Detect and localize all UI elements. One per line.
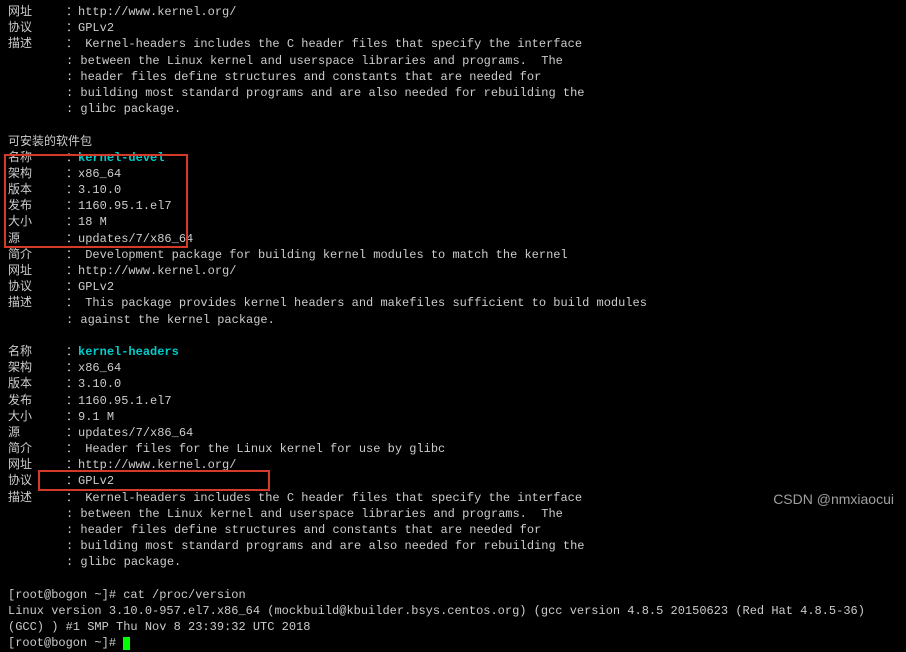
installable-header: 可安装的软件包 xyxy=(8,134,898,150)
cursor-icon xyxy=(123,637,130,650)
pkg1-desc-row: 描述： Kernel-headers includes the C header… xyxy=(8,36,898,52)
pkg1-url-row: 网址：http://www.kernel.org/ xyxy=(8,4,898,20)
blank-line xyxy=(8,328,898,344)
pkg2-repo-row: 源：updates/7/x86_64 xyxy=(8,231,898,247)
pkg2-name-row: 名称：kernel-devel xyxy=(8,150,898,166)
pkg1-desc2: : between the Linux kernel and userspace… xyxy=(8,53,898,69)
pkg3-license-row: 协议：GPLv2 xyxy=(8,473,898,489)
pkg3-desc3: : header files define structures and con… xyxy=(8,522,898,538)
prompt-line-2[interactable]: [root@bogon ~]# xyxy=(8,635,898,651)
pkg3-url-row: 网址：http://www.kernel.org/ xyxy=(8,457,898,473)
blank-line xyxy=(8,571,898,587)
pkg2-license-row: 协议：GPLv2 xyxy=(8,279,898,295)
pkg3-version-row: 版本：3.10.0 xyxy=(8,376,898,392)
pkg1-desc3: : header files define structures and con… xyxy=(8,69,898,85)
prompt-prefix: [root@bogon ~]# xyxy=(8,636,123,650)
pkg2-desc-row: 描述： This package provides kernel headers… xyxy=(8,295,898,311)
command-text: cat /proc/version xyxy=(123,588,245,602)
pkg3-summary-row: 简介： Header files for the Linux kernel fo… xyxy=(8,441,898,457)
pkg2-summary-row: 简介： Development package for building ker… xyxy=(8,247,898,263)
pkg2-arch-row: 架构：x86_64 xyxy=(8,166,898,182)
pkg2-version-row: 版本：3.10.0 xyxy=(8,182,898,198)
pkg3-desc2: : between the Linux kernel and userspace… xyxy=(8,506,898,522)
pkg3-size-row: 大小：9.1 M xyxy=(8,409,898,425)
pkg3-desc-row: 描述： Kernel-headers includes the C header… xyxy=(8,490,898,506)
pkg3-repo-row: 源：updates/7/x86_64 xyxy=(8,425,898,441)
version-output: Linux version 3.10.0-957.el7.x86_64 (moc… xyxy=(8,603,898,635)
pkg2-desc2: : against the kernel package. xyxy=(8,312,898,328)
pkg3-release-row: 发布：1160.95.1.el7 xyxy=(8,393,898,409)
prompt-line-1[interactable]: [root@bogon ~]# cat /proc/version xyxy=(8,587,898,603)
prompt-prefix: [root@bogon ~]# xyxy=(8,588,123,602)
pkg2-release-row: 发布：1160.95.1.el7 xyxy=(8,198,898,214)
watermark-text: CSDN @nmxiaocui xyxy=(773,490,894,509)
pkg3-arch-row: 架构：x86_64 xyxy=(8,360,898,376)
pkg3-desc5: : glibc package. xyxy=(8,554,898,570)
pkg2-size-row: 大小：18 M xyxy=(8,214,898,230)
blank-line xyxy=(8,117,898,133)
pkg1-license-row: 协议：GPLv2 xyxy=(8,20,898,36)
pkg2-url-row: 网址：http://www.kernel.org/ xyxy=(8,263,898,279)
pkg3-name-row: 名称：kernel-headers xyxy=(8,344,898,360)
pkg3-desc4: : building most standard programs and ar… xyxy=(8,538,898,554)
pkg1-desc5: : glibc package. xyxy=(8,101,898,117)
pkg1-desc4: : building most standard programs and ar… xyxy=(8,85,898,101)
